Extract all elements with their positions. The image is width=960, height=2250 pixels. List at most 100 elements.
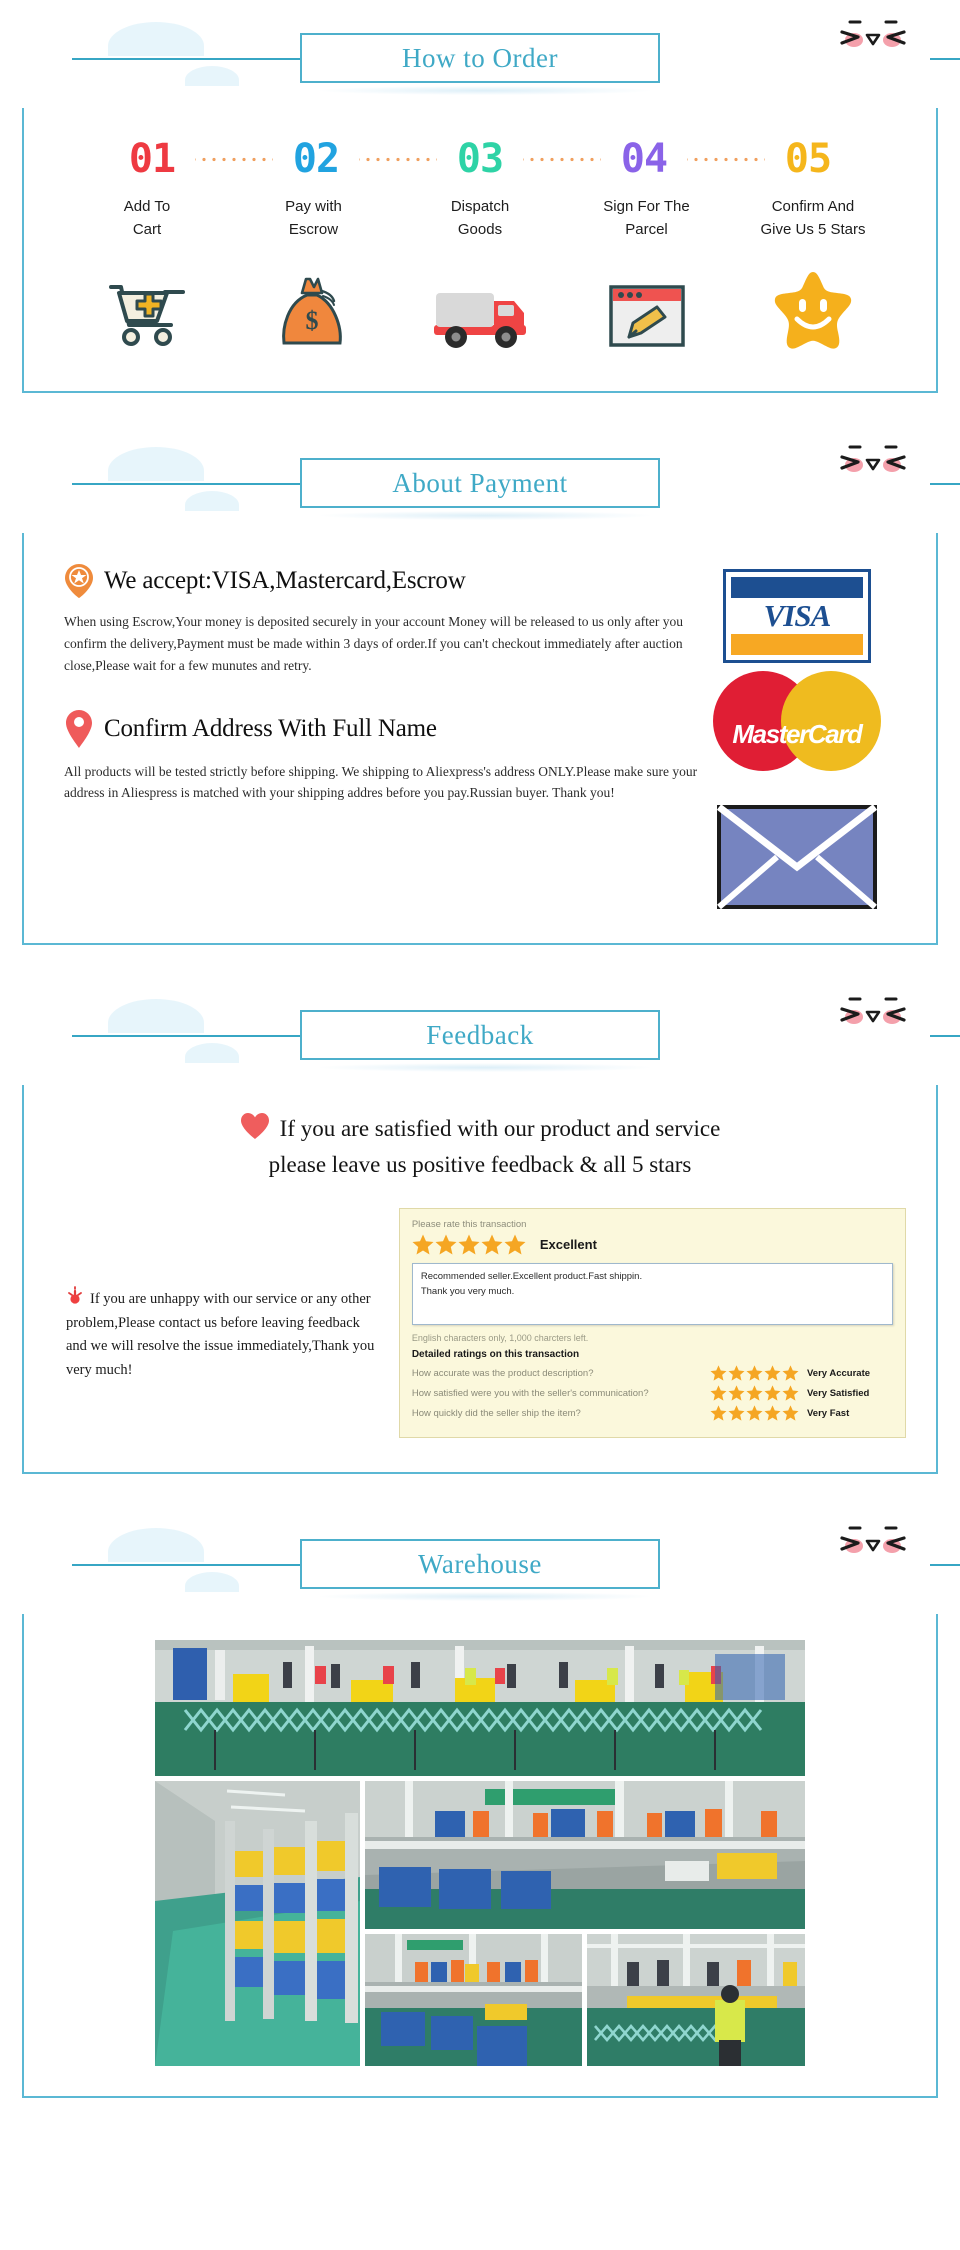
smiling-star-icon [774,272,852,349]
star-icon [782,1365,799,1381]
unhappy-note-text: If you are unhappy with our service or a… [66,1291,375,1378]
comment-line-1: Recommended seller.Excellent product.Fas… [420,1271,643,1283]
star-icon [746,1405,763,1421]
mastercard-wordmark: MasterCard [732,719,862,749]
panel-warehouse [22,1614,938,2099]
lightbulb-icon [68,1286,82,1304]
payment-logo-column: VISA MasterCard [698,563,896,909]
header-rule-right [930,483,960,485]
section-title: About Payment [392,467,568,498]
kaomoji-face-icon [840,20,906,47]
step-icon-row: $ [24,241,936,391]
feedback-headline-line2: please leave us positive feedback & all … [268,1151,692,1177]
cloud-decoration-icon [108,999,204,1033]
review-comment-textarea[interactable]: Recommended seller.Excellent product.Fas… [411,1263,893,1326]
section-how-to-order: How to Order 01 02 03 04 05 Add To Cart … [0,0,960,393]
header-rule-left [72,1564,300,1567]
detailed-rating-row: How satisfied were you with the seller's… [412,1385,893,1401]
warehouse-photo-worker-station [587,1934,805,2067]
rating-prompt: Please rate this transaction [411,1219,527,1231]
header-rule-left [72,483,300,485]
photo-illustration [155,1640,805,1777]
section-title: Feedback [426,1019,534,1050]
star-icon [764,1365,781,1381]
star-icon [764,1385,781,1401]
panel-feedback: If you are satisfied with our product an… [22,1085,938,1475]
rating-label: Excellent [539,1237,597,1253]
step-number-04: 04 [620,136,668,182]
step-number-01: 01 [128,136,176,182]
step-number-05: 05 [784,136,832,182]
visa-bar-top [730,577,863,598]
star-pin-icon [65,564,93,598]
sign-document-icon [608,285,685,347]
unhappy-note: If you are unhappy with our service or a… [54,1208,381,1382]
step-number-row: 01 02 03 04 05 [24,108,936,186]
title-shadow [320,1063,650,1072]
address-heading: Confirm Address With Full Name [104,714,437,742]
star-icon [746,1365,763,1381]
mastercard-logo: MasterCard [712,669,881,773]
detailed-rating-row: How quickly did the seller ship the item… [412,1405,893,1421]
money-bag-icon: $ [281,277,342,345]
star-icon [458,1234,480,1255]
detail-star-rating[interactable] [710,1405,799,1421]
overall-star-rating[interactable] [412,1234,526,1255]
heart-icon [240,1113,269,1139]
accept-heading-row: We accept:VISA,Mastercard,Escrow [64,563,698,599]
step-label-01: Add To Cart [123,198,171,238]
star-icon [504,1234,526,1255]
envelope-icon [716,805,877,909]
step-label-05: Confirm And Give Us 5 Stars [760,198,866,238]
star-icon [710,1405,727,1421]
star-icon [481,1234,503,1255]
shopping-cart-icon [109,285,185,346]
visa-wordmark: VISA [763,598,832,633]
svg-text:$: $ [305,306,318,335]
visa-bar-bottom [730,634,863,655]
section-title: Warehouse [418,1548,542,1579]
section-header-how-to-order: How to Order [0,0,960,108]
step-number-03: 03 [456,136,504,182]
visa-logo: VISA [722,569,871,663]
star-icon [782,1405,799,1421]
section-header-about-payment: About Payment [0,425,960,533]
step-label-02: Pay with Escrow [285,198,342,238]
star-icon [728,1365,745,1381]
section-title-box: Warehouse [300,1539,660,1590]
photo-illustration [587,1934,805,2067]
header-rule-left [72,1035,300,1037]
comment-line-2: Thank you very much. [420,1285,515,1297]
cloud-decoration-icon [185,66,239,86]
step-number-02: 02 [292,136,340,182]
rating-answer: Very Fast [807,1407,850,1419]
step-icon-slot-5 [738,259,888,351]
star-icon [710,1365,727,1381]
accept-paragraph: When using Escrow,Your money is deposite… [64,614,683,673]
warehouse-photo-grid [155,1640,805,2067]
photo-illustration [155,1781,360,2067]
cloud-decoration-icon [185,1043,239,1063]
section-feedback: Feedback If you are satisfied with our p… [0,977,960,1475]
section-title-box: How to Order [300,33,660,83]
cloud-decoration-icon [185,491,239,511]
star-icon [746,1385,763,1401]
header-rule-right [930,1035,960,1037]
header-rule-left [72,58,300,60]
step-connector-dots [195,156,273,162]
step-icon-slot-4 [572,259,722,351]
detail-star-rating[interactable] [710,1385,799,1401]
detail-star-rating[interactable] [710,1365,799,1381]
cloud-decoration-icon [108,1528,204,1563]
rating-answer: Very Satisfied [807,1387,870,1399]
feedback-headline: If you are satisfied with our product an… [54,1111,906,1182]
header-rule-right [930,58,960,60]
warehouse-photo-assembly-row [365,1934,582,2067]
star-icon [412,1234,434,1255]
step-connector-dots [523,156,601,162]
section-header-feedback: Feedback [0,977,960,1085]
section-title: How to Order [402,42,558,73]
star-icon [728,1405,745,1421]
section-header-warehouse: Warehouse [0,1506,960,1614]
detailed-ratings-title: Detailed ratings on this transaction [411,1349,580,1361]
